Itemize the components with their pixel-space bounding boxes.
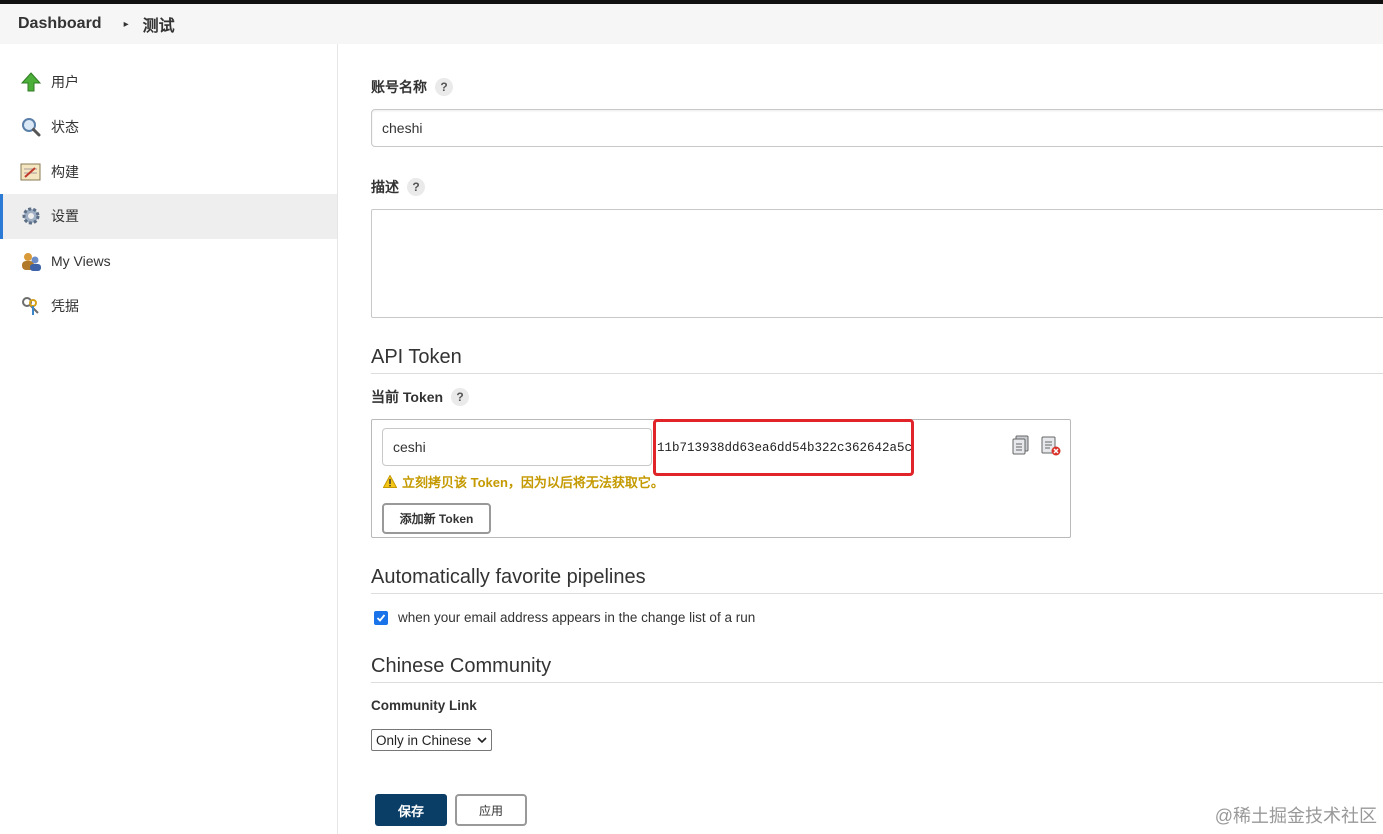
copy-icon[interactable] bbox=[1012, 435, 1030, 458]
account-name-label: 账号名称 bbox=[371, 79, 427, 95]
sidebar-item-label: 状态 bbox=[51, 119, 79, 136]
breadcrumb: Dashboard ▸ 测试 bbox=[0, 4, 1383, 44]
keys-icon bbox=[20, 295, 42, 317]
sidebar-item-label: 凭据 bbox=[51, 297, 79, 314]
help-icon[interactable]: ? bbox=[407, 178, 425, 196]
watermark: @稀土掘金技术社区 bbox=[1214, 806, 1377, 826]
breadcrumb-dashboard[interactable]: Dashboard bbox=[18, 15, 102, 33]
sidebar-item-my-views[interactable]: My Views bbox=[0, 239, 337, 284]
current-token-label: 当前 Token bbox=[371, 389, 444, 405]
notepad-icon bbox=[20, 161, 42, 183]
favorite-checkbox-label[interactable]: when your email address appears in the c… bbox=[398, 610, 755, 625]
apply-button[interactable]: 应用 bbox=[455, 794, 527, 826]
chevron-down-icon bbox=[477, 736, 487, 744]
check-icon bbox=[376, 613, 386, 622]
community-link-selected: Only in Chinese bbox=[376, 732, 472, 748]
sidebar-item-label: 设置 bbox=[51, 208, 79, 225]
favorites-section-title: Automatically favorite pipelines bbox=[371, 566, 1383, 594]
account-name-input[interactable]: cheshi bbox=[371, 109, 1383, 147]
favorite-checkbox-row: when your email address appears in the c… bbox=[374, 610, 755, 625]
sidebar-item-label: My Views bbox=[51, 253, 111, 270]
save-button[interactable]: 保存 bbox=[375, 794, 447, 826]
description-label: 描述 bbox=[371, 179, 399, 195]
sidebar-item-builds[interactable]: 构建 bbox=[0, 149, 337, 194]
breadcrumb-current[interactable]: 测试 bbox=[143, 12, 175, 36]
breadcrumb-separator-icon[interactable]: ▸ bbox=[124, 19, 129, 30]
description-label-row: 描述 ? bbox=[371, 177, 425, 197]
api-token-section-title: API Token bbox=[371, 346, 1383, 374]
token-warning: 立刻拷贝该 Token，因为以后将无法获取它。 bbox=[383, 472, 664, 491]
community-link-label: Community Link bbox=[371, 698, 477, 713]
token-name-input[interactable]: ceshi bbox=[382, 428, 652, 466]
add-token-button[interactable]: 添加新 Token bbox=[382, 503, 491, 534]
token-warning-text: 立刻拷贝该 Token，因为以后将无法获取它。 bbox=[402, 475, 664, 490]
description-textarea[interactable] bbox=[371, 209, 1383, 318]
favorite-checkbox[interactable] bbox=[374, 610, 388, 625]
community-section-title: Chinese Community bbox=[371, 655, 1383, 683]
magnifier-icon bbox=[20, 116, 42, 138]
gear-icon bbox=[20, 205, 42, 227]
current-token-label-row: 当前 Token ? bbox=[371, 387, 470, 407]
warning-icon bbox=[383, 475, 397, 488]
sidebar-item-label: 构建 bbox=[51, 163, 79, 180]
sidebar-item-settings[interactable]: 设置 bbox=[0, 194, 337, 239]
community-link-select[interactable]: Only in Chinese bbox=[371, 729, 492, 751]
token-highlight-box bbox=[653, 419, 914, 476]
account-name-label-row: 账号名称 ? bbox=[371, 77, 453, 97]
help-icon[interactable]: ? bbox=[451, 388, 470, 406]
sidebar-item-credentials[interactable]: 凭据 bbox=[0, 283, 337, 328]
help-icon[interactable]: ? bbox=[435, 78, 453, 96]
sidebar-item-status[interactable]: 状态 bbox=[0, 105, 337, 150]
sidebar-item-users[interactable]: 用户 bbox=[0, 60, 337, 105]
revoke-token-icon[interactable] bbox=[1041, 436, 1061, 459]
up-arrow-icon bbox=[20, 71, 42, 93]
sidebar: 用户 状态 构建 设置 My Views 凭据 bbox=[0, 44, 338, 834]
sidebar-item-label: 用户 bbox=[51, 74, 79, 91]
people-icon bbox=[20, 250, 42, 272]
